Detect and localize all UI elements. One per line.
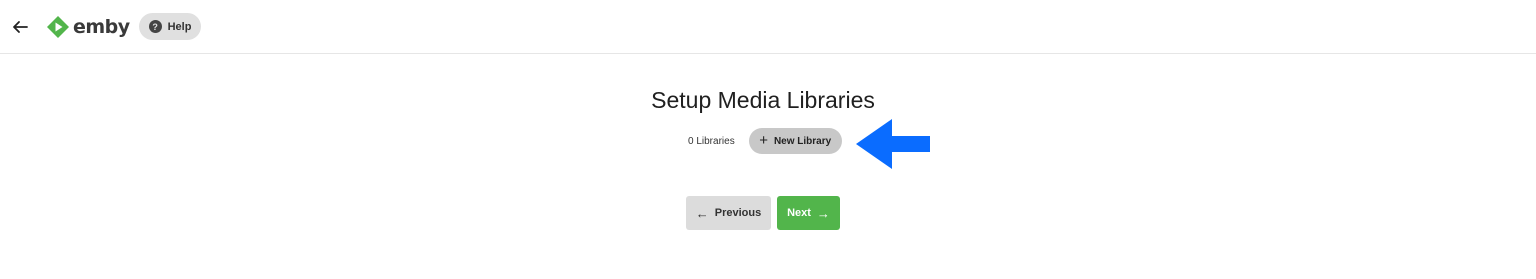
arrow-left-icon [13, 21, 28, 33]
new-library-button[interactable]: + New Library [748, 128, 842, 154]
annotation-arrow-icon [856, 119, 930, 169]
arrow-left-icon: ← [695, 205, 709, 221]
previous-button[interactable]: ← Previous [686, 196, 771, 230]
help-button[interactable]: ? Help [139, 13, 201, 40]
page-title: Setup Media Libraries [651, 87, 875, 113]
question-circle-icon: ? [148, 20, 162, 33]
app-header: emby ? Help [0, 0, 1536, 54]
library-count: 0 Libraries [688, 135, 735, 147]
plus-icon: + [759, 132, 768, 149]
emby-logo-icon [47, 16, 69, 38]
back-button[interactable] [8, 15, 32, 39]
next-label: Next [787, 207, 811, 219]
help-label: Help [167, 20, 192, 33]
previous-label: Previous [714, 207, 762, 219]
arrow-right-icon: → [816, 205, 830, 221]
emby-logo[interactable]: emby [46, 14, 130, 40]
logo-text: emby [73, 16, 130, 38]
next-button[interactable]: Next → [777, 196, 840, 230]
new-library-label: New Library [773, 135, 832, 147]
library-row: 0 Libraries + New Library [688, 128, 842, 154]
